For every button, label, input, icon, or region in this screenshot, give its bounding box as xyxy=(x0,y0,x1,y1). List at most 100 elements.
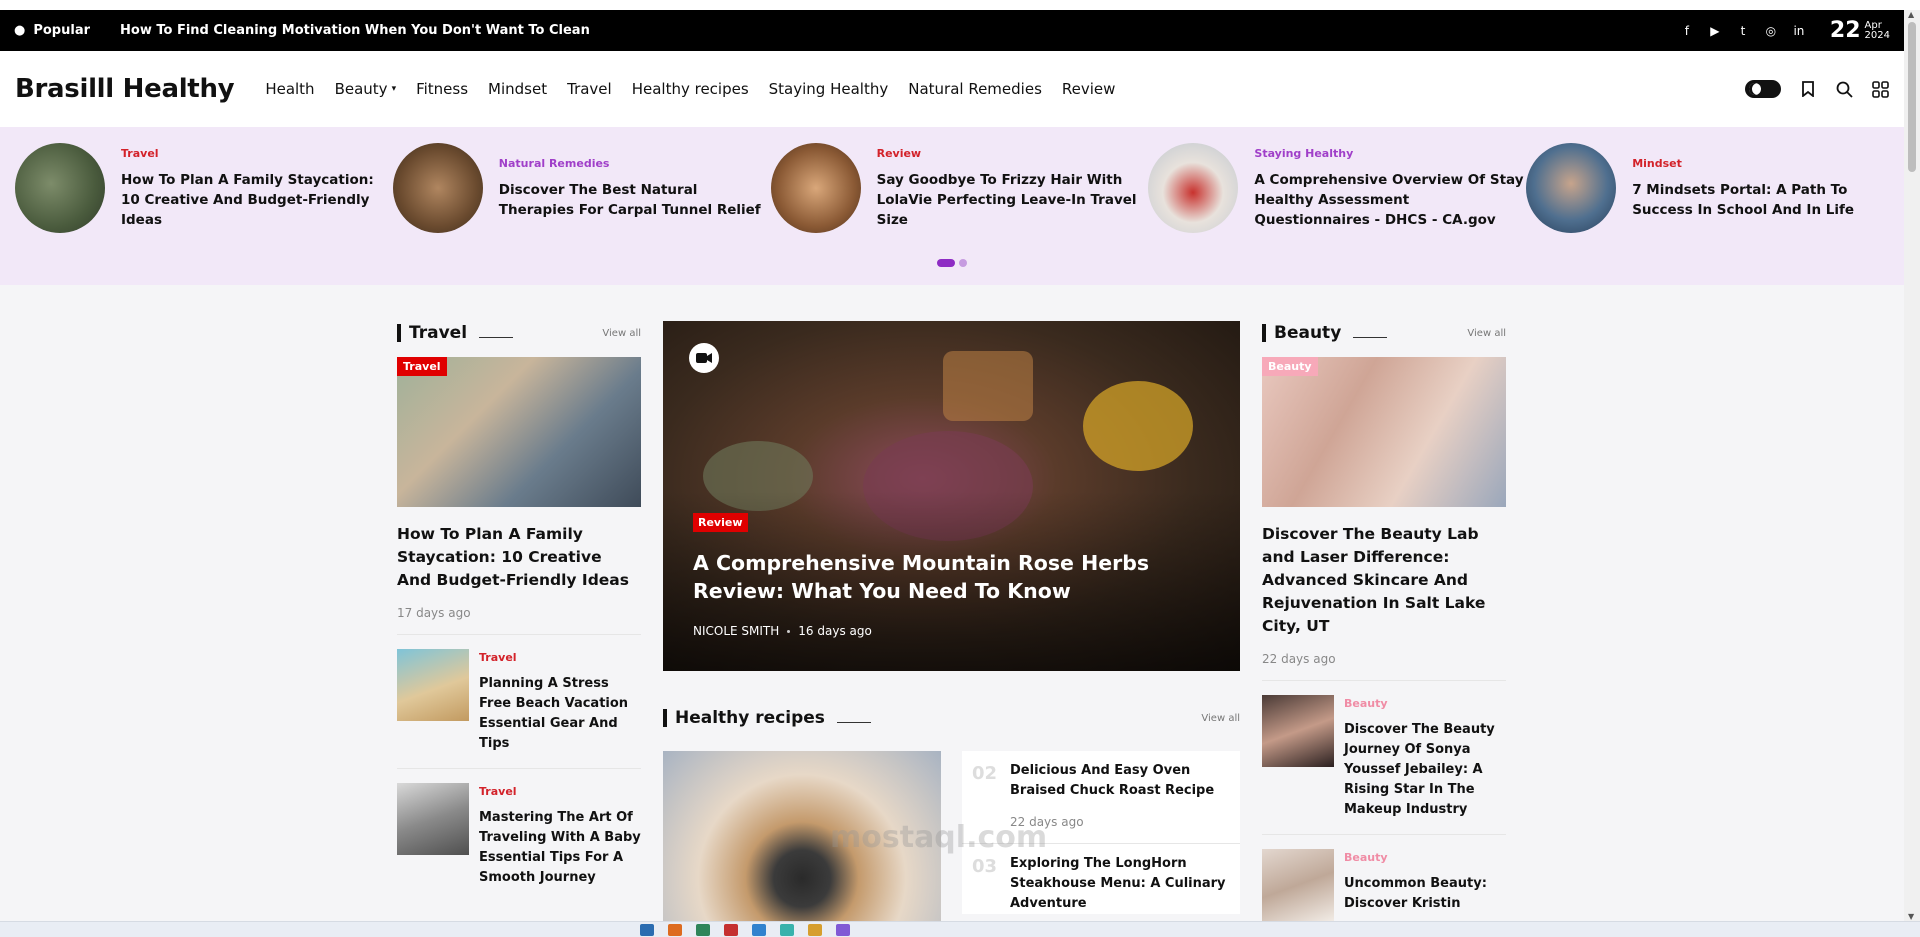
article-time: 17 days ago xyxy=(397,606,471,620)
slide-category[interactable]: Natural Remedies xyxy=(499,157,771,170)
hero-meta: NICOLE SMITH 16 days ago xyxy=(693,624,872,638)
slide-thumbnail[interactable] xyxy=(770,143,861,233)
beauty-main-image[interactable]: Beauty xyxy=(1262,357,1506,507)
section-title: Healthy recipes xyxy=(675,708,825,728)
slide-thumbnail[interactable] xyxy=(1526,143,1617,233)
slide-thumbnail[interactable] xyxy=(392,143,483,233)
article-title[interactable]: Discover The Beauty Journey Of Sonya You… xyxy=(1344,720,1506,820)
page-scrollbar[interactable]: ▲ ▼ xyxy=(1904,10,1920,921)
slide-thumbnail[interactable] xyxy=(15,143,105,233)
taskbar-app-icon[interactable] xyxy=(780,924,794,936)
list-item[interactable]: Travel Mastering The Art Of Traveling Wit… xyxy=(397,783,641,888)
nav-review[interactable]: Review xyxy=(1062,80,1116,98)
taskbar-app-icon[interactable] xyxy=(724,924,738,936)
header-actions xyxy=(1745,80,1889,98)
category-tag[interactable]: Travel xyxy=(397,357,447,376)
taskbar-app-icon[interactable] xyxy=(836,924,850,936)
article-title[interactable]: Delicious And Easy Oven Braised Chuck Ro… xyxy=(1010,761,1228,801)
scroll-down-icon[interactable]: ▼ xyxy=(1908,912,1914,921)
article-title[interactable]: How To Plan A Family Staycation: 10 Crea… xyxy=(397,523,641,592)
date-year: 2024 xyxy=(1864,29,1890,41)
scroll-up-icon[interactable]: ▲ xyxy=(1908,10,1914,19)
section-heading: Travel View all xyxy=(397,321,641,345)
youtube-icon[interactable]: ▶ xyxy=(1708,24,1722,38)
carousel-dot[interactable] xyxy=(959,259,967,267)
nav-staying-healthy[interactable]: Staying Healthy xyxy=(769,80,889,98)
article-thumbnail[interactable] xyxy=(1262,849,1334,921)
article-title[interactable]: Planning A Stress Free Beach Vacation Es… xyxy=(479,674,641,754)
slide-title[interactable]: 7 Mindsets Portal: A Path To Success In … xyxy=(1632,180,1904,220)
twitter-icon[interactable]: t xyxy=(1736,24,1750,38)
slide-title[interactable]: How To Plan A Family Staycation: 10 Crea… xyxy=(121,170,393,230)
instagram-icon[interactable]: ◎ xyxy=(1764,24,1778,38)
nav-fitness[interactable]: Fitness xyxy=(416,80,468,98)
carousel-slide[interactable]: Travel How To Plan A Family Staycation: 1… xyxy=(15,143,393,233)
travel-main-image[interactable]: Travel xyxy=(397,357,641,507)
nav-mindset[interactable]: Mindset xyxy=(488,80,547,98)
article-thumbnail[interactable] xyxy=(1262,695,1334,767)
article-title[interactable]: Discover The Beauty Lab and Laser Differ… xyxy=(1262,523,1506,638)
carousel-pagination xyxy=(937,259,967,267)
article-thumbnail[interactable] xyxy=(397,649,469,721)
slide-title[interactable]: Say Goodbye To Frizzy Hair With LolaVie … xyxy=(877,170,1149,230)
featured-carousel: Travel How To Plan A Family Staycation: 1… xyxy=(0,127,1904,285)
carousel-slide[interactable]: Mindset 7 Mindsets Portal: A Path To Succ… xyxy=(1526,143,1904,233)
facebook-icon[interactable]: f xyxy=(1680,24,1694,38)
category-tag[interactable]: Review xyxy=(693,513,748,532)
slide-category[interactable]: Mindset xyxy=(1632,157,1904,170)
nav-beauty[interactable]: Beauty ▾ xyxy=(335,80,397,98)
slide-category[interactable]: Travel xyxy=(121,147,393,160)
ticker-headline[interactable]: How To Find Cleaning Motivation When You… xyxy=(120,23,590,38)
popular-label[interactable]: ● Popular xyxy=(14,23,90,38)
linkedin-icon[interactable]: in xyxy=(1792,24,1806,38)
hero-article[interactable]: Review A Comprehensive Mountain Rose Her… xyxy=(663,321,1240,671)
video-camera-icon[interactable] xyxy=(689,343,719,373)
author-name[interactable]: NICOLE SMITH xyxy=(693,624,779,638)
taskbar-app-icon[interactable] xyxy=(752,924,766,936)
category-tag[interactable]: Beauty xyxy=(1262,357,1318,376)
view-all-link[interactable]: View all xyxy=(602,328,641,339)
taskbar-app-icon[interactable] xyxy=(640,924,654,936)
taskbar-app-icon[interactable] xyxy=(808,924,822,936)
article-thumbnail[interactable] xyxy=(397,783,469,855)
watermark: mostaql.com xyxy=(830,820,1048,855)
list-item[interactable]: Beauty Discover The Beauty Journey Of Son… xyxy=(1262,695,1506,820)
carousel-slide[interactable]: Review Say Goodbye To Frizzy Hair With Lo… xyxy=(770,143,1149,233)
nav-health[interactable]: Health xyxy=(265,80,314,98)
article-title[interactable]: Uncommon Beauty: Discover Kristin xyxy=(1344,874,1506,914)
scrollbar-thumb[interactable] xyxy=(1908,22,1916,172)
grid-menu-icon[interactable] xyxy=(1871,80,1889,98)
slide-thumbnail[interactable] xyxy=(1148,143,1239,233)
article-title[interactable]: Mastering The Art Of Traveling With A Ba… xyxy=(479,808,641,888)
top-bar: ● Popular How To Find Cleaning Motivatio… xyxy=(0,10,1904,51)
view-all-link[interactable]: View all xyxy=(1201,713,1240,724)
taskbar-app-icon[interactable] xyxy=(696,924,710,936)
section-title: Travel xyxy=(409,323,468,343)
nav-natural-remedies[interactable]: Natural Remedies xyxy=(908,80,1042,98)
taskbar-app-icon[interactable] xyxy=(668,924,682,936)
dark-mode-toggle[interactable] xyxy=(1745,80,1781,98)
slide-category[interactable]: Staying Healthy xyxy=(1254,147,1526,160)
article-time: 22 days ago xyxy=(1262,652,1336,666)
slide-title[interactable]: A Comprehensive Overview Of Stay Healthy… xyxy=(1254,170,1526,230)
slide-title[interactable]: Discover The Best Natural Therapies For … xyxy=(499,180,771,220)
view-all-link[interactable]: View all xyxy=(1467,328,1506,339)
slide-category[interactable]: Review xyxy=(877,147,1149,160)
hero-title[interactable]: A Comprehensive Mountain Rose Herbs Revi… xyxy=(693,549,1223,605)
list-item[interactable]: Travel Planning A Stress Free Beach Vacat… xyxy=(397,649,641,754)
article-title[interactable]: Exploring The LongHorn Steakhouse Menu: … xyxy=(1010,854,1228,914)
list-item[interactable]: Beauty Uncommon Beauty: Discover Kristin xyxy=(1262,849,1506,921)
article-category[interactable]: Travel xyxy=(479,651,641,664)
carousel-slides: Travel How To Plan A Family Staycation: 1… xyxy=(0,127,1904,233)
site-logo[interactable]: Brasilll Healthy xyxy=(15,74,235,104)
search-icon[interactable] xyxy=(1835,80,1853,98)
nav-healthy-recipes[interactable]: Healthy recipes xyxy=(632,80,749,98)
carousel-dot-active[interactable] xyxy=(937,259,955,267)
nav-travel[interactable]: Travel xyxy=(567,80,612,98)
article-category[interactable]: Beauty xyxy=(1344,851,1506,864)
article-category[interactable]: Beauty xyxy=(1344,697,1506,710)
article-category[interactable]: Travel xyxy=(479,785,641,798)
carousel-slide[interactable]: Staying Healthy A Comprehensive Overview … xyxy=(1148,143,1526,233)
carousel-slide[interactable]: Natural Remedies Discover The Best Natura… xyxy=(392,143,771,233)
bookmark-icon[interactable] xyxy=(1799,80,1817,98)
